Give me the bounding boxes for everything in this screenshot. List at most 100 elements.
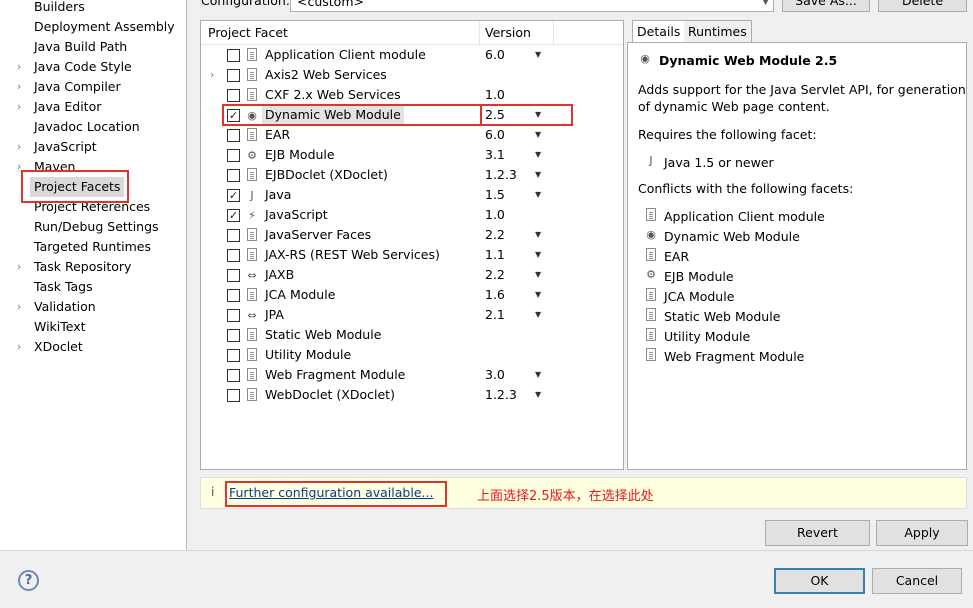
facet-version[interactable]: 1.6 [485, 285, 505, 305]
facet-version[interactable]: 1.5 [485, 185, 505, 205]
chevron-right-icon[interactable]: › [17, 77, 27, 97]
nav-item[interactable]: › Validation [0, 297, 186, 317]
chevron-right-icon[interactable]: › [17, 257, 27, 277]
annotation-box-version [480, 104, 573, 126]
facet-checkbox[interactable] [227, 289, 240, 302]
version-dropdown-icon[interactable]: ▼ [535, 265, 541, 285]
version-dropdown-icon[interactable]: ▼ [535, 185, 541, 205]
facet-row[interactable]: JCA Module 1.6 ▼ [201, 285, 623, 305]
tab-details[interactable]: Details [632, 20, 686, 42]
facet-row[interactable]: EJBDoclet (XDoclet) 1.2.3 ▼ [201, 165, 623, 185]
facet-row[interactable]: ✓ ⚡ JavaScript 1.0 [201, 205, 623, 225]
facet-row[interactable]: JavaServer Faces 2.2 ▼ [201, 225, 623, 245]
chevron-right-icon[interactable]: › [17, 57, 27, 77]
save-as-button[interactable]: Save As... [782, 0, 870, 12]
facet-row[interactable]: JAX-RS (REST Web Services) 1.1 ▼ [201, 245, 623, 265]
chevron-right-icon[interactable]: › [17, 137, 27, 157]
revert-button[interactable]: Revert [765, 520, 870, 546]
web-module-icon: ◉ [640, 52, 650, 65]
facet-row[interactable]: Static Web Module [201, 325, 623, 345]
version-dropdown-icon[interactable]: ▼ [535, 145, 541, 165]
facet-checkbox[interactable] [227, 69, 240, 82]
facet-version[interactable]: 3.0 [485, 365, 505, 385]
facet-row[interactable]: ✓ J Java 1.5 ▼ [201, 185, 623, 205]
nav-item[interactable]: Java Build Path [0, 37, 186, 57]
facet-checkbox[interactable]: ✓ [227, 189, 240, 202]
facet-row[interactable]: Application Client module 6.0 ▼ [201, 45, 623, 65]
version-dropdown-icon[interactable]: ▼ [535, 285, 541, 305]
facet-version[interactable]: 3.1 [485, 145, 505, 165]
facet-row[interactable]: EAR 6.0 ▼ [201, 125, 623, 145]
nav-item[interactable]: › XDoclet [0, 337, 186, 357]
facet-checkbox[interactable]: ✓ [227, 209, 240, 222]
version-dropdown-icon[interactable]: ▼ [535, 225, 541, 245]
column-header-version[interactable]: Version [485, 25, 531, 40]
facet-version[interactable]: 6.0 [485, 45, 505, 65]
facet-checkbox[interactable] [227, 89, 240, 102]
facet-version[interactable]: 2.1 [485, 305, 505, 325]
facet-name: Application Client module [265, 47, 426, 62]
chevron-right-icon[interactable]: › [210, 65, 214, 85]
version-dropdown-icon[interactable]: ▼ [535, 385, 541, 405]
facet-name: EAR [265, 127, 291, 142]
nav-item[interactable]: Targeted Runtimes [0, 237, 186, 257]
nav-item[interactable]: › Java Compiler [0, 77, 186, 97]
facet-row[interactable]: ⇔ JAXB 2.2 ▼ [201, 265, 623, 285]
facet-version[interactable]: 2.2 [485, 265, 505, 285]
nav-item[interactable]: Javadoc Location [0, 117, 186, 137]
facet-version[interactable]: 1.2.3 [485, 165, 517, 185]
facet-checkbox[interactable] [227, 329, 240, 342]
facet-checkbox[interactable] [227, 129, 240, 142]
nav-item[interactable]: Run/Debug Settings [0, 217, 186, 237]
facet-version[interactable]: 2.2 [485, 225, 505, 245]
facet-row[interactable]: Utility Module [201, 345, 623, 365]
help-icon[interactable]: ? [18, 570, 39, 591]
tab-runtimes[interactable]: Runtimes [684, 20, 752, 42]
facet-checkbox[interactable] [227, 349, 240, 362]
nav-item[interactable]: › Java Code Style [0, 57, 186, 77]
facet-checkbox[interactable] [227, 249, 240, 262]
version-dropdown-icon[interactable]: ▼ [535, 365, 541, 385]
facet-row[interactable]: Web Fragment Module 3.0 ▼ [201, 365, 623, 385]
chevron-right-icon[interactable]: › [17, 97, 27, 117]
facet-checkbox[interactable] [227, 309, 240, 322]
version-dropdown-icon[interactable]: ▼ [535, 45, 541, 65]
chevron-right-icon[interactable]: › [17, 337, 27, 357]
facet-row[interactable]: ⇔ JPA 2.1 ▼ [201, 305, 623, 325]
cancel-button[interactable]: Cancel [872, 568, 962, 594]
nav-item[interactable]: Deployment Assembly [0, 17, 186, 37]
nav-item[interactable]: Task Tags [0, 277, 186, 297]
document-icon [245, 348, 259, 363]
version-dropdown-icon[interactable]: ▼ [535, 245, 541, 265]
facet-checkbox[interactable] [227, 389, 240, 402]
facet-row[interactable]: ⚙ EJB Module 3.1 ▼ [201, 145, 623, 165]
apply-button[interactable]: Apply [876, 520, 968, 546]
facet-row[interactable]: WebDoclet (XDoclet) 1.2.3 ▼ [201, 385, 623, 405]
version-dropdown-icon[interactable]: ▼ [535, 125, 541, 145]
version-dropdown-icon[interactable]: ▼ [535, 165, 541, 185]
column-header-project-facet[interactable]: Project Facet [208, 25, 288, 40]
facet-row[interactable]: › Axis2 Web Services [201, 65, 623, 85]
facet-version[interactable]: 6.0 [485, 125, 505, 145]
version-dropdown-icon[interactable]: ▼ [535, 305, 541, 325]
facet-checkbox[interactable] [227, 149, 240, 162]
nav-item[interactable]: › Java Editor [0, 97, 186, 117]
nav-item[interactable]: › JavaScript [0, 137, 186, 157]
ok-button[interactable]: OK [774, 568, 865, 594]
chevron-right-icon[interactable]: › [17, 297, 27, 317]
document-icon [245, 248, 259, 263]
facet-version[interactable]: 1.1 [485, 245, 505, 265]
facet-checkbox[interactable] [227, 369, 240, 382]
facet-name: Utility Module [265, 347, 352, 362]
facet-checkbox[interactable] [227, 49, 240, 62]
nav-item[interactable]: › Task Repository [0, 257, 186, 277]
nav-item[interactable]: WikiText [0, 317, 186, 337]
facet-version[interactable]: 1.2.3 [485, 385, 517, 405]
facet-row[interactable]: CXF 2.x Web Services 1.0 [201, 85, 623, 105]
delete-button[interactable]: Delete [878, 0, 967, 12]
facet-checkbox[interactable] [227, 229, 240, 242]
configuration-select[interactable]: <custom> ▼ [290, 0, 774, 12]
facet-checkbox[interactable] [227, 169, 240, 182]
facet-checkbox[interactable] [227, 269, 240, 282]
nav-item[interactable]: Builders [0, 0, 186, 17]
